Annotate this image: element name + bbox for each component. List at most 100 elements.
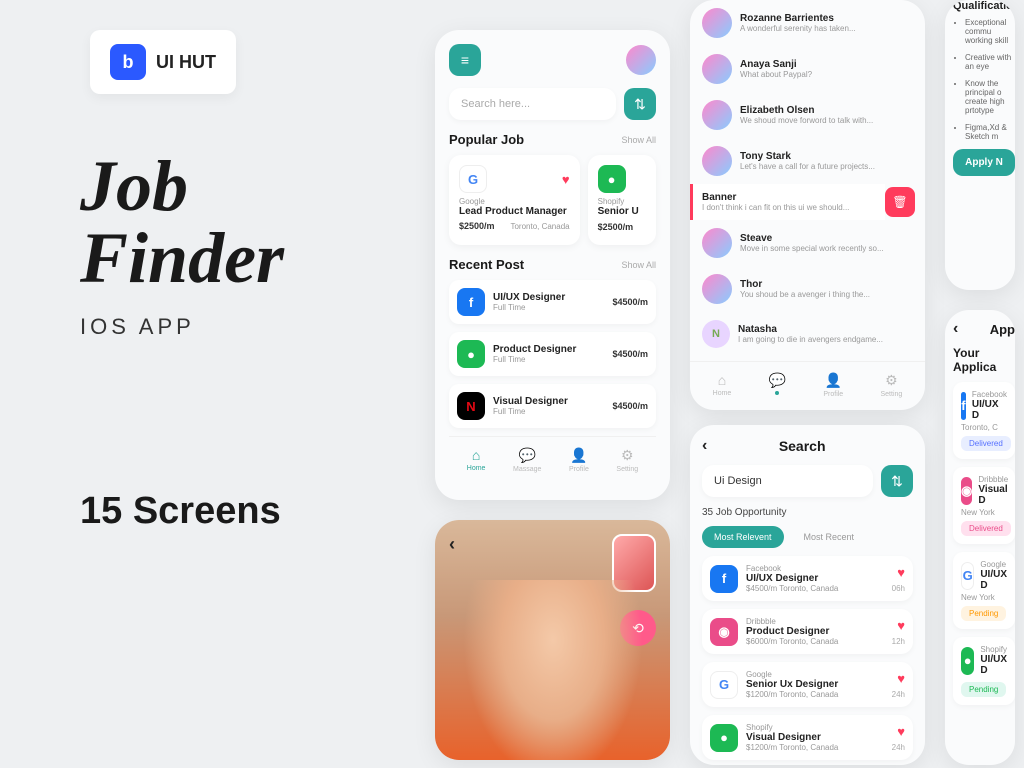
apply-button[interactable]: Apply N	[953, 149, 1015, 176]
applications-subtitle: Your Applica	[953, 346, 1015, 374]
message-name: Natasha	[738, 324, 913, 335]
tab-setting[interactable]: ⚙Setting	[616, 447, 638, 473]
recent-post-title: Recent Post	[449, 257, 524, 272]
search-title: Search	[779, 438, 826, 454]
company-icon: ●	[710, 724, 738, 752]
job-title: Visual D	[978, 484, 1008, 506]
filter-button[interactable]: ⇅	[881, 465, 913, 497]
tab-profile[interactable]: 👤Profile	[569, 447, 589, 473]
search-input[interactable]: Search here...	[449, 88, 616, 120]
status-badge: Delivered	[961, 521, 1011, 536]
job-title: Senior Ux Designer	[746, 679, 884, 690]
company-icon: ◉	[710, 618, 738, 646]
message-name: Thor	[740, 279, 913, 290]
search-input[interactable]: Ui Design	[702, 465, 873, 497]
salary: $4500/m	[612, 297, 648, 307]
time-ago: 24h	[892, 743, 905, 752]
message-text: Move in some special work recently so...	[740, 244, 913, 253]
favorite-icon[interactable]: ♥	[562, 172, 570, 187]
tab-label: Profile	[569, 466, 589, 473]
message-row[interactable]: SteaveMove in some special work recently…	[690, 220, 925, 266]
application-row[interactable]: ●ShopifyUI/UX DPending	[953, 637, 1015, 705]
location: New York	[961, 593, 1007, 602]
message-row[interactable]: Tony StarkLet's have a call for a future…	[690, 138, 925, 184]
popular-job-card[interactable]: ● Shopify Senior U $2500/m	[588, 155, 656, 245]
filter-button[interactable]: ⇅	[624, 88, 656, 120]
favorite-icon[interactable]: ♥	[897, 565, 905, 580]
message-row[interactable]: NNatashaI am going to die in avengers en…	[690, 312, 925, 356]
menu-button[interactable]: ≡	[449, 44, 481, 76]
tab-home[interactable]: ⌂Home	[467, 447, 486, 473]
message-text: You shoud be a avenger i thing the...	[740, 290, 913, 299]
spotify-icon: ●	[457, 340, 485, 368]
screen-video-call: ‹ ⟲	[435, 520, 670, 760]
salary: $4500/m	[612, 349, 648, 359]
hero-block: Job Finder IOS APP	[80, 150, 284, 340]
company-name: Shopify	[598, 197, 646, 206]
message-name: Elizabeth Olsen	[740, 105, 913, 116]
tab-message[interactable]: 💬	[769, 372, 786, 398]
recent-post-row[interactable]: f UI/UX DesignerFull Time $4500/m	[449, 280, 656, 324]
search-placeholder: Search here...	[461, 98, 530, 110]
favorite-icon[interactable]: ♥	[897, 724, 905, 739]
message-text: A wonderful serenity has taken...	[740, 24, 913, 33]
job-type: Full Time	[493, 407, 604, 416]
message-name: Rozanne Barrientes	[740, 13, 913, 24]
favorite-icon[interactable]: ♥	[897, 671, 905, 686]
company-name: Dribbble	[978, 475, 1008, 484]
job-title: UI/UX D	[980, 569, 1007, 591]
application-row[interactable]: GGoogleUI/UX DNew YorkPending	[953, 552, 1015, 629]
back-button[interactable]: ‹	[953, 320, 958, 338]
tab-label: Massage	[513, 466, 541, 473]
favorite-icon[interactable]: ♥	[897, 618, 905, 633]
avatar	[702, 228, 732, 258]
job-meta: $6000/m Toronto, Canada	[746, 637, 884, 646]
job-title: Lead Product Manager	[459, 206, 570, 217]
show-all-link[interactable]: Show All	[621, 135, 656, 145]
home-icon: ⌂	[713, 372, 732, 388]
job-meta: $4500/m Toronto, Canada	[746, 584, 884, 593]
delete-button[interactable]: 🗑	[885, 187, 915, 217]
hero-screens-count: 15 Screens	[80, 490, 281, 533]
location: New York	[961, 508, 1007, 517]
search-result-row[interactable]: ●ShopifyVisual Designer$1200/m Toronto, …	[702, 715, 913, 760]
tab-profile[interactable]: 👤Profile	[823, 372, 843, 398]
tab-setting[interactable]: ⚙Setting	[881, 372, 903, 398]
profile-icon: 👤	[823, 372, 843, 389]
company-name: Dribbble	[746, 617, 884, 626]
search-result-row[interactable]: fFacebookUI/UX Designer$4500/m Toronto, …	[702, 556, 913, 601]
search-result-row[interactable]: ◉DribbbleProduct Designer$6000/m Toronto…	[702, 609, 913, 654]
search-value: Ui Design	[714, 475, 762, 487]
recent-post-row[interactable]: ● Product DesignerFull Time $4500/m	[449, 332, 656, 376]
message-row[interactable]: Anaya SanjiWhat about Paypal?	[690, 46, 925, 92]
chip-relevant[interactable]: Most Relevent	[702, 526, 784, 548]
company-name: Google	[459, 197, 570, 206]
screen-home: ≡ Search here... ⇅ Popular Job Show All …	[435, 30, 670, 500]
recent-post-row[interactable]: N Visual DesignerFull Time $4500/m	[449, 384, 656, 428]
application-row[interactable]: ◉DribbbleVisual DNew YorkDelivered	[953, 467, 1015, 544]
back-button[interactable]: ‹	[449, 534, 455, 555]
message-name: Tony Stark	[740, 151, 913, 162]
message-text: Let's have a call for a future projects.…	[740, 162, 913, 171]
logo-text: UI HUT	[156, 52, 216, 73]
tab-message[interactable]: 💬Massage	[513, 447, 541, 473]
qualification-item: Exceptional commu working skill	[965, 18, 1015, 45]
tab-label: Home	[713, 390, 732, 397]
show-all-link[interactable]: Show All	[621, 260, 656, 270]
tab-bar: ⌂Home 💬Massage 👤Profile ⚙Setting	[449, 436, 656, 477]
tab-home[interactable]: ⌂ Home	[713, 372, 732, 398]
chip-recent[interactable]: Most Recent	[792, 526, 867, 548]
job-type: Full Time	[493, 303, 604, 312]
message-row[interactable]: Rozanne BarrientesA wonderful serenity h…	[690, 0, 925, 46]
tab-label: Setting	[616, 466, 638, 473]
popular-job-card[interactable]: G♥ Google Lead Product Manager $2500/mTo…	[449, 155, 580, 245]
back-button[interactable]: ‹	[702, 437, 707, 455]
search-result-row[interactable]: GGoogleSenior Ux Designer$1200/m Toronto…	[702, 662, 913, 707]
message-row[interactable]: ThorYou shoud be a avenger i thing the..…	[690, 266, 925, 312]
message-name: Banner	[702, 192, 873, 203]
application-row[interactable]: fFacebookUI/UX DToronto, CDelivered	[953, 382, 1015, 459]
avatar[interactable]	[626, 45, 656, 75]
netflix-icon: N	[457, 392, 485, 420]
message-row[interactable]: Elizabeth OlsenWe shoud move forword to …	[690, 92, 925, 138]
company-name: Shopify	[980, 645, 1007, 654]
